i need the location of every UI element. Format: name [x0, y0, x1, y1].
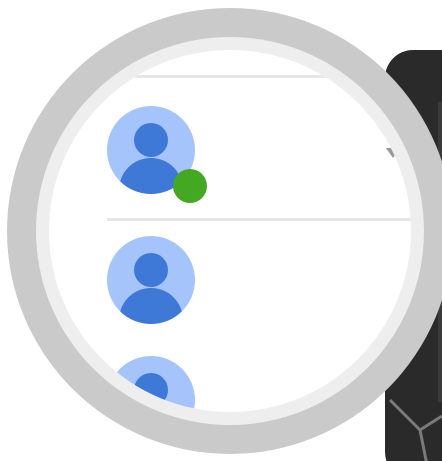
avatar-head	[134, 123, 168, 157]
person-avatar-icon	[107, 356, 195, 412]
online-status-icon	[173, 169, 207, 203]
avatar-head	[134, 253, 168, 287]
avatar-shoulders	[119, 288, 183, 324]
avatar-shoulders	[119, 408, 183, 412]
magnified-screen	[0, 0, 442, 461]
list-divider	[107, 218, 411, 221]
device-corner-lines	[388, 398, 442, 461]
avatar-head	[134, 373, 168, 407]
person-avatar-icon	[107, 236, 195, 324]
chevron-down-icon[interactable]	[386, 148, 400, 158]
contact-list	[49, 50, 411, 412]
list-divider	[135, 75, 395, 78]
